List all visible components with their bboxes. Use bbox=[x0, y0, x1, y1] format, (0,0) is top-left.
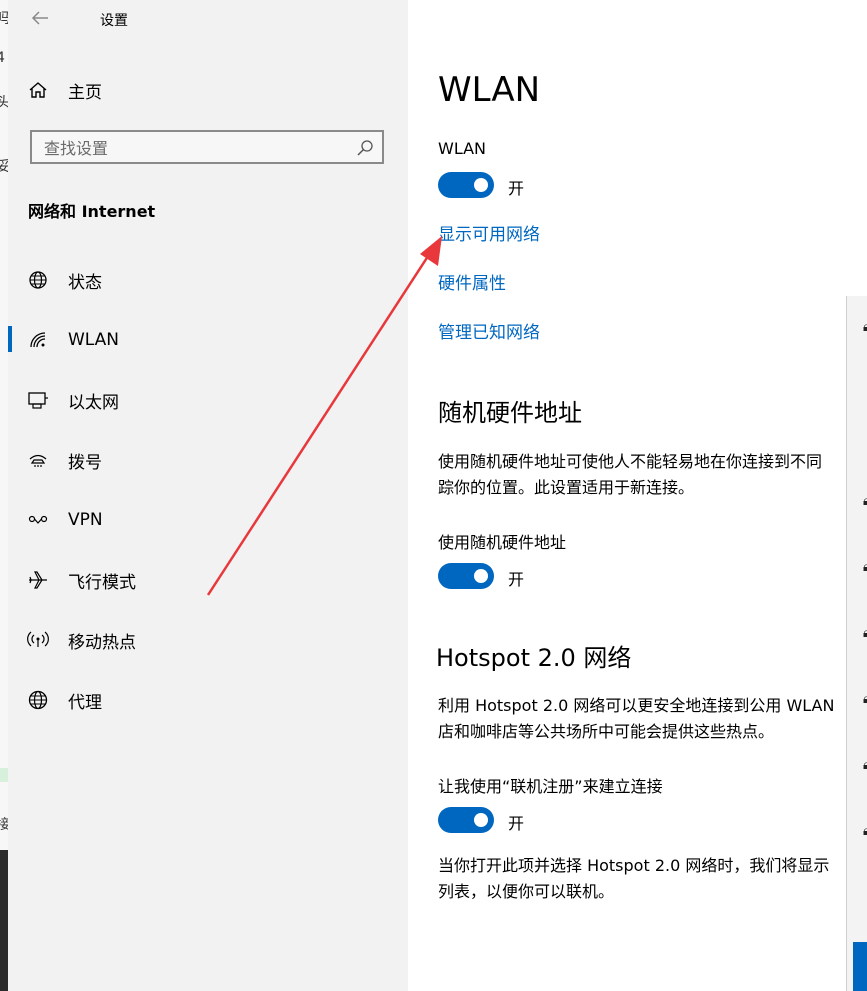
lock-icon: 🔒︎ bbox=[863, 494, 867, 509]
lock-icon: 🔒︎ bbox=[863, 824, 867, 839]
hotspot-heading: Hotspot 2.0 网络 bbox=[436, 644, 632, 672]
sidebar-item-proxy[interactable]: 代理 bbox=[8, 678, 408, 722]
toggle-knob bbox=[474, 813, 488, 827]
hotspot-toggle-label: 让我使用“联机注册”来建立连接 bbox=[438, 777, 663, 796]
random-mac-toggle-state: 开 bbox=[508, 570, 525, 589]
lock-icon: 🔒︎ bbox=[863, 626, 867, 641]
wifi-icon bbox=[26, 328, 50, 352]
sidebar-item-label: 移动热点 bbox=[68, 632, 136, 653]
sidebar-item-label: 状态 bbox=[68, 272, 102, 293]
back-button[interactable] bbox=[30, 8, 50, 28]
wifi-quick-action-tile[interactable] bbox=[853, 942, 867, 991]
search-icon[interactable] bbox=[356, 139, 374, 157]
hotspot-note-line1: 当你打开此项并选择 Hotspot 2.0 网络时，我们将显示 bbox=[438, 856, 830, 875]
main-content: WLAN WLAN 开 显示可用网络 硬件属性 管理已知网络 随机硬件地址 使用… bbox=[408, 0, 867, 991]
globe-proxy-icon bbox=[26, 688, 50, 712]
section-title: 网络和 Internet bbox=[28, 202, 156, 221]
hotspot-description-line1: 利用 Hotspot 2.0 网络可以更安全地连接到公用 WLAN bbox=[438, 696, 835, 715]
wlan-toggle[interactable] bbox=[438, 172, 494, 198]
sidebar-item-label: 代理 bbox=[68, 692, 102, 713]
sidebar-item-label: 飞行模式 bbox=[68, 572, 136, 593]
settings-sidebar: 设置 主页 网络和 Internet 状态 WLAN 以太网 bbox=[8, 0, 408, 991]
wlan-toggle-label: WLAN bbox=[438, 139, 487, 158]
lock-icon: 🔒︎ bbox=[863, 692, 867, 707]
sidebar-item-label: 主页 bbox=[68, 82, 102, 103]
hotspot-description-line2: 店和咖啡店等公共场所中可能会提供这些热点。 bbox=[438, 722, 775, 741]
random-mac-toggle-label: 使用随机硬件地址 bbox=[438, 533, 567, 552]
random-mac-heading: 随机硬件地址 bbox=[438, 399, 582, 427]
sidebar-item-hotspot[interactable]: 移动热点 bbox=[8, 618, 408, 662]
sidebar-item-vpn[interactable]: VPN bbox=[8, 498, 408, 542]
dialup-icon bbox=[26, 448, 50, 472]
manage-known-networks-link[interactable]: 管理已知网络 bbox=[438, 318, 540, 343]
search-box[interactable] bbox=[30, 130, 384, 164]
sidebar-item-label: WLAN bbox=[68, 330, 120, 350]
lock-icon: 🔒︎ bbox=[863, 560, 867, 575]
hotspot-note-line2: 列表，以便你可以联机。 bbox=[438, 882, 615, 901]
search-input[interactable] bbox=[32, 132, 346, 164]
globe-status-icon bbox=[26, 268, 50, 292]
sidebar-item-dialup[interactable]: 拨号 bbox=[8, 438, 408, 482]
page-title: WLAN bbox=[438, 70, 541, 110]
back-arrow-icon bbox=[31, 11, 48, 25]
random-mac-description-line1: 使用随机硬件地址可使他人不能轻易地在你连接到不同 bbox=[438, 452, 823, 471]
ethernet-icon bbox=[26, 388, 50, 412]
window-title: 设置 bbox=[100, 13, 128, 29]
sidebar-item-home[interactable]: 主页 bbox=[8, 68, 408, 112]
sidebar-item-airplane[interactable]: 飞行模式 bbox=[8, 558, 408, 602]
random-mac-description-line2: 踪你的位置。此设置适用于新连接。 bbox=[438, 478, 695, 497]
sidebar-item-label: 拨号 bbox=[68, 452, 102, 473]
wlan-toggle-state: 开 bbox=[508, 179, 525, 198]
hotspot-toggle-state: 开 bbox=[508, 814, 525, 833]
lock-icon: 🔒︎ bbox=[863, 320, 867, 335]
sidebar-item-status[interactable]: 状态 bbox=[8, 258, 408, 302]
network-flyout-edge: 🔒︎ 🔒︎ 🔒︎ 🔒︎ 🔒︎ 🔒︎ 🔒︎ bbox=[846, 296, 867, 991]
hotspot-toggle[interactable] bbox=[438, 807, 494, 833]
background-window-edge: 吗 4 头 妥 接 bbox=[0, 0, 8, 991]
toggle-knob bbox=[474, 178, 488, 192]
hotspot-icon bbox=[26, 628, 50, 652]
sidebar-item-label: 以太网 bbox=[68, 392, 119, 413]
home-icon bbox=[26, 78, 50, 102]
lock-icon: 🔒︎ bbox=[863, 758, 867, 773]
hardware-properties-link[interactable]: 硬件属性 bbox=[438, 269, 506, 294]
sidebar-item-wlan[interactable]: WLAN bbox=[8, 318, 408, 362]
sidebar-item-label: VPN bbox=[68, 510, 103, 530]
show-available-networks-link[interactable]: 显示可用网络 bbox=[438, 220, 540, 245]
sidebar-item-ethernet[interactable]: 以太网 bbox=[8, 378, 408, 422]
random-mac-toggle[interactable] bbox=[438, 563, 494, 589]
vpn-icon bbox=[26, 508, 50, 532]
airplane-icon bbox=[26, 568, 50, 592]
toggle-knob bbox=[474, 569, 488, 583]
